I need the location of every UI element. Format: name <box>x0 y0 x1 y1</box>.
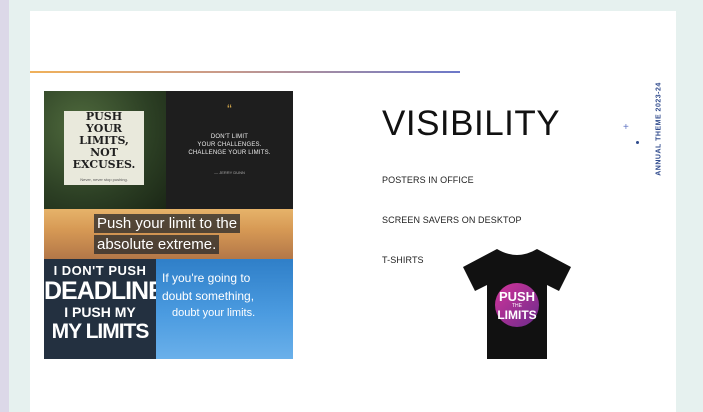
visibility-item-screensavers: SCREEN SAVERS ON DESKTOP <box>382 215 522 225</box>
slide: PUSH YOUR LIMITS, NOT EXCUSES. Never, ne… <box>30 11 676 412</box>
poster-push-your-limits: PUSH YOUR LIMITS, NOT EXCUSES. Never, ne… <box>44 91 166 209</box>
poster4-line: I DON'T PUSH <box>53 263 147 278</box>
side-label-text: ANNUAL THEME 2023-24 <box>655 82 663 176</box>
poster-challenge-your-limits: “ DON'T LIMIT YOUR CHALLENGES. CHALLENGE… <box>166 91 293 209</box>
visibility-item-posters: POSTERS IN OFFICE <box>382 175 474 185</box>
poster1-line: LIMITS, <box>79 133 129 147</box>
poster-card: PUSH YOUR LIMITS, NOT EXCUSES. Never, ne… <box>64 109 144 185</box>
poster1-line: NOT <box>90 145 118 159</box>
dot-icon <box>636 141 639 144</box>
poster1-line: EXCUSES. <box>72 157 136 171</box>
poster3-line1: Push your limit to the <box>94 214 241 233</box>
poster-collage: PUSH YOUR LIMITS, NOT EXCUSES. Never, ne… <box>44 91 293 359</box>
side-label: ANNUAL THEME 2023-24 <box>654 69 664 189</box>
left-edge-strip <box>0 0 9 412</box>
poster3-line2: absolute extreme. <box>94 235 220 254</box>
poster2-line: YOUR CHALLENGES. <box>197 142 262 148</box>
poster5-line: doubt your limits. <box>172 307 256 319</box>
visibility-item-tshirts: T-SHIRTS <box>382 255 424 265</box>
poster1-line: PUSH <box>85 109 123 123</box>
tshirt-print-top: PUSH <box>499 289 535 304</box>
poster4-line: MY LIMITS <box>51 320 150 343</box>
poster-doubt-your-limits: If you're going to doubt something, doub… <box>156 259 293 359</box>
poster5-line: If you're going to <box>162 271 251 285</box>
poster2-line: DON'T LIMIT <box>210 134 249 140</box>
plus-icon: + <box>623 122 629 133</box>
poster5-line: doubt something, <box>162 289 255 303</box>
poster2-line: CHALLENGE YOUR LIMITS. <box>188 150 271 156</box>
poster4-line: DEADLINES <box>44 277 156 305</box>
poster-absolute-extreme: Push your limit to the absolute extreme. <box>44 209 293 259</box>
tshirt-image: PUSH THE LIMITS <box>463 249 571 359</box>
slide-heading: VISIBILITY <box>382 104 561 143</box>
poster1-byline: Never, never stop pushing. <box>80 176 128 182</box>
accent-gradient-line <box>30 71 460 73</box>
tshirt-print-bottom: LIMITS <box>497 308 536 322</box>
poster4-line: I PUSH MY <box>64 304 136 320</box>
poster-deadlines: I DON'T PUSH DEADLINES I PUSH MY MY LIMI… <box>44 259 156 359</box>
poster1-line: YOUR <box>85 121 123 135</box>
quote-mark-icon: “ <box>227 101 232 117</box>
poster2-author: — JERRY DUNN <box>214 170 245 175</box>
